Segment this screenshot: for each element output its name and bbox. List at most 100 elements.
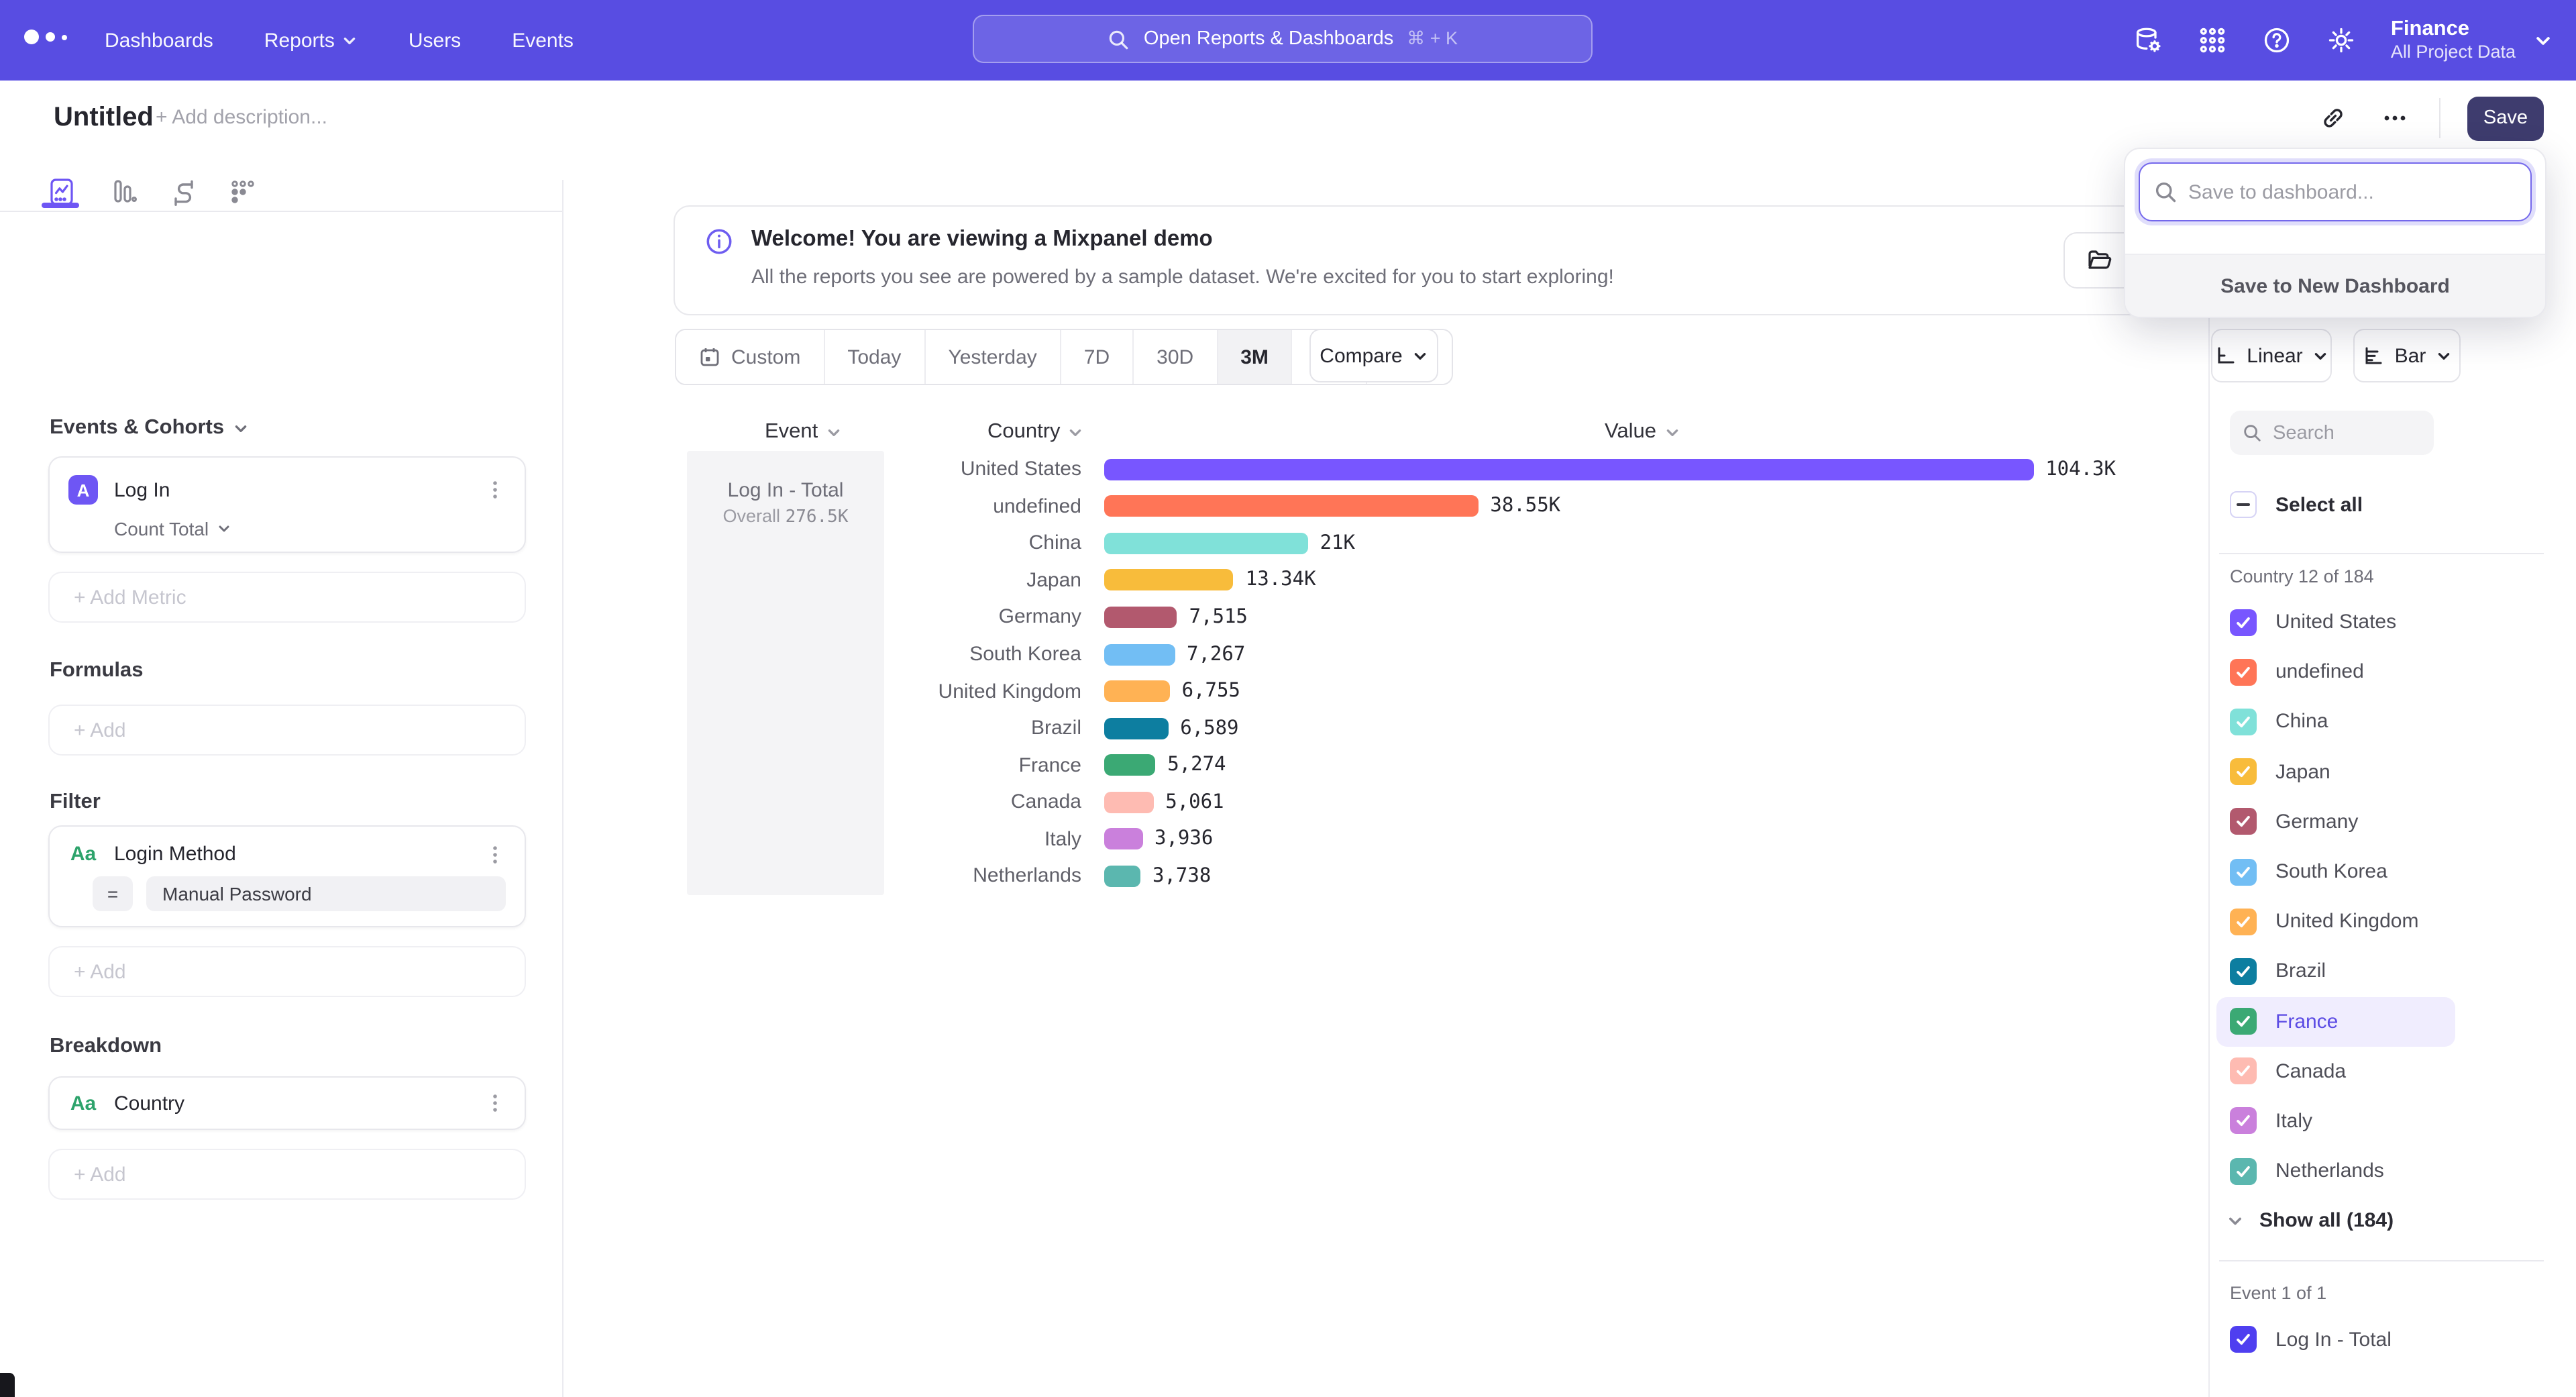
country-checkbox[interactable]: [2230, 809, 2257, 835]
event-checkbox[interactable]: [2230, 1326, 2257, 1353]
tab-funnels[interactable]: [107, 178, 140, 205]
legend-item[interactable]: Germany: [2216, 797, 2455, 847]
help-icon[interactable]: [2262, 25, 2292, 55]
range-today[interactable]: Today: [823, 330, 924, 384]
save-to-new-dashboard-button[interactable]: Save to New Dashboard: [2125, 255, 2545, 317]
bar[interactable]: [1104, 459, 2033, 480]
legend-item[interactable]: undefined: [2216, 647, 2455, 696]
range-7d[interactable]: 7D: [1060, 330, 1132, 384]
copy-link-icon[interactable]: [2316, 101, 2351, 136]
column-header-value[interactable]: Value: [1605, 419, 1679, 446]
country-checkbox[interactable]: [2230, 1008, 2257, 1035]
select-all-checkbox[interactable]: [2230, 491, 2257, 518]
report-title[interactable]: Untitled: [54, 103, 154, 134]
bar[interactable]: [1104, 754, 1155, 776]
tab-retention[interactable]: [227, 178, 259, 205]
bar[interactable]: [1104, 496, 1478, 517]
add-breakdown-button[interactable]: + Add: [48, 1149, 526, 1200]
legend-item[interactable]: United Kingdom: [2216, 896, 2455, 946]
country-checkbox[interactable]: [2230, 1157, 2257, 1184]
chart-type-bar-button[interactable]: Bar: [2353, 329, 2461, 382]
legend-item[interactable]: Japan: [2216, 747, 2455, 796]
compare-button[interactable]: Compare: [1309, 329, 1438, 382]
save-to-dashboard-input[interactable]: [2139, 162, 2532, 221]
header-divider: [2439, 98, 2440, 138]
chevron-down-icon: [217, 522, 230, 535]
apps-grid-icon[interactable]: [2198, 25, 2227, 55]
breakdown-kebab-icon[interactable]: [484, 1092, 506, 1114]
bar[interactable]: [1104, 791, 1153, 813]
legend-item[interactable]: China: [2216, 697, 2455, 747]
filter-kebab-icon[interactable]: [484, 843, 506, 865]
add-metric-button[interactable]: + Add Metric: [48, 572, 526, 623]
country-checkbox[interactable]: [2230, 609, 2257, 635]
add-filter-button[interactable]: + Add: [48, 946, 526, 997]
bar[interactable]: [1104, 717, 1168, 739]
banner-title: Welcome! You are viewing a Mixpanel demo: [751, 227, 1213, 252]
range-yesterday[interactable]: Yesterday: [924, 330, 1059, 384]
range-custom[interactable]: Custom: [676, 330, 823, 384]
nav-item-reports[interactable]: Reports: [264, 29, 358, 52]
bar[interactable]: [1104, 533, 1308, 554]
bar[interactable]: [1104, 866, 1140, 887]
bar-track: 3,738: [1104, 866, 2116, 887]
tab-flows[interactable]: [168, 178, 200, 205]
country-checkbox[interactable]: [2230, 858, 2257, 885]
filter-operator-chip[interactable]: =: [93, 876, 133, 911]
tab-insights[interactable]: [46, 178, 78, 205]
legend-item[interactable]: South Korea: [2216, 847, 2455, 896]
range-30d[interactable]: 30D: [1132, 330, 1216, 384]
legend-item[interactable]: Canada: [2216, 1046, 2455, 1096]
legend-item[interactable]: Italy: [2216, 1096, 2455, 1146]
legend-item-label: Netherlands: [2275, 1159, 2384, 1182]
bar[interactable]: [1104, 828, 1142, 849]
country-checkbox[interactable]: [2230, 1058, 2257, 1085]
range-3m[interactable]: 3M: [1216, 330, 1291, 384]
settings-gear-icon[interactable]: [2326, 25, 2356, 55]
bar[interactable]: [1104, 607, 1177, 628]
country-checkbox[interactable]: [2230, 958, 2257, 985]
legend-item[interactable]: France: [2216, 996, 2455, 1046]
legend-item[interactable]: Netherlands: [2216, 1146, 2455, 1196]
column-header-country[interactable]: Country: [987, 419, 1083, 446]
aggregation-selector[interactable]: Count Total: [114, 518, 506, 539]
bar-value-label: 38.55K: [1490, 496, 1560, 517]
add-formula-button[interactable]: + Add: [48, 705, 526, 756]
nav-right-group: Finance All Project Data: [2133, 0, 2576, 81]
bar[interactable]: [1104, 680, 1170, 702]
legend-item[interactable]: Brazil: [2216, 947, 2455, 996]
global-search-button[interactable]: Open Reports & Dashboards ⌘ + K: [973, 15, 1593, 63]
country-checkbox[interactable]: [2230, 1108, 2257, 1135]
country-checkbox[interactable]: [2230, 709, 2257, 735]
column-header-event[interactable]: Event: [765, 419, 841, 446]
nav-item-users[interactable]: Users: [409, 29, 461, 52]
chart-row: Canada 5,061: [884, 784, 2200, 821]
linear-scale-button[interactable]: Linear: [2211, 329, 2332, 382]
legend-item[interactable]: United States: [2216, 597, 2455, 647]
metric-card-log-in[interactable]: A Log In Count Total: [48, 456, 526, 553]
bar-track: 6,589: [1104, 717, 2116, 739]
breakdown-card-country[interactable]: Aa Country: [48, 1076, 526, 1130]
filter-value-chip[interactable]: Manual Password: [146, 876, 506, 911]
data-management-icon[interactable]: [2133, 25, 2163, 55]
global-search-label: Open Reports & Dashboards: [1144, 28, 1393, 50]
select-all-row[interactable]: Select all: [2230, 491, 2363, 518]
nav-item-dashboards[interactable]: Dashboards: [105, 29, 213, 52]
bar[interactable]: [1104, 570, 1234, 591]
bar[interactable]: [1104, 643, 1175, 665]
chevron-down-icon: [233, 421, 248, 435]
events-cohorts-section-label[interactable]: Events & Cohorts: [50, 416, 248, 440]
filter-card-login-method[interactable]: Aa Login Method = Manual Password: [48, 825, 526, 927]
more-options-icon[interactable]: [2377, 101, 2412, 136]
add-description-field[interactable]: + Add description...: [156, 106, 327, 129]
show-all-button[interactable]: Show all (184): [2227, 1209, 2394, 1232]
nav-item-events[interactable]: Events: [512, 29, 574, 52]
legend-event-item[interactable]: Log In - Total: [2230, 1326, 2392, 1353]
metric-kebab-icon[interactable]: [484, 479, 506, 501]
country-checkbox[interactable]: [2230, 758, 2257, 785]
country-checkbox[interactable]: [2230, 908, 2257, 935]
project-switcher[interactable]: Finance All Project Data: [2391, 17, 2552, 63]
save-button[interactable]: Save: [2467, 96, 2544, 140]
mixpanel-logo-icon[interactable]: [24, 30, 67, 44]
country-checkbox[interactable]: [2230, 659, 2257, 686]
